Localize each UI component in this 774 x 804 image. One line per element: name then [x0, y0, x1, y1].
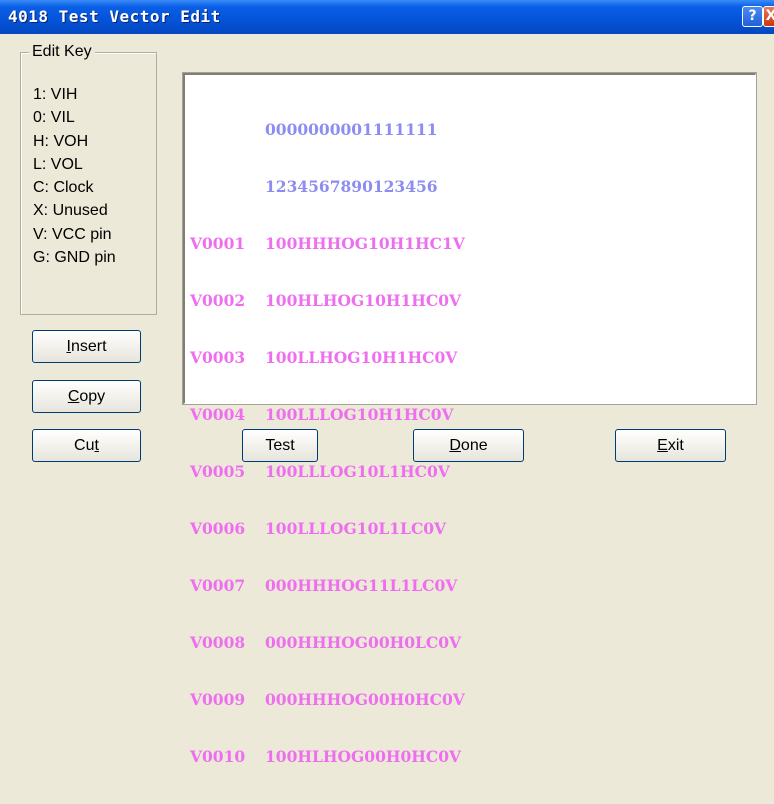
pin-header-row: 0000000001111111	[190, 120, 465, 139]
done-button[interactable]: Done	[413, 429, 524, 462]
vector-pattern: 000HHHOG00H0HC0V	[265, 690, 465, 709]
pin-header-tens: 0000000001111111	[265, 120, 438, 139]
pin-header-ones: 1234567890123456	[265, 177, 438, 196]
vector-row[interactable]: V0008 000HHHOG00H0LC0V	[190, 633, 465, 652]
edit-key-item: G: GND pin	[33, 249, 116, 267]
vector-id: V0003	[190, 348, 246, 367]
vector-row[interactable]: V0010 100HLHOG00H0HC0V	[190, 747, 465, 766]
vector-row[interactable]: V0001 100HHHOG10H1HC1V	[190, 234, 465, 253]
vector-row[interactable]: V0003 100LLHOG10H1HC0V	[190, 348, 465, 367]
vector-row[interactable]: V0009 000HHHOG00H0HC0V	[190, 690, 465, 709]
vector-id: V0010	[190, 747, 246, 766]
vector-editor[interactable]: 0000000001111111 1234567890123456 V0001 1…	[182, 72, 757, 766]
vector-row[interactable]: V0004 100LLLOG10H1HC0V	[190, 405, 465, 424]
vector-id: V0002	[190, 291, 246, 310]
exit-button[interactable]: Exit	[615, 429, 726, 462]
help-icon[interactable]: ?	[742, 6, 763, 27]
vector-pattern: 100LLLOG10L1LC0V	[265, 519, 447, 538]
vector-row[interactable]: V0002 100HLHOG10H1HC0V	[190, 291, 465, 310]
vector-pattern: 000HHHOG11L1LC0V	[265, 576, 458, 595]
vector-pattern: 100LLLOG10H1HC0V	[265, 405, 454, 424]
edit-key-legend: Edit Key	[29, 43, 95, 61]
vector-pattern: 100LLHOG10H1HC0V	[265, 348, 458, 367]
vector-pattern: 100HHHOG10H1HC1V	[265, 234, 465, 253]
vector-id: V0001	[190, 234, 246, 253]
vector-id: V0007	[190, 576, 246, 595]
vector-id: V0004	[190, 405, 246, 424]
vector-id: V0008	[190, 633, 246, 652]
vector-id: V0009	[190, 690, 246, 709]
test-button[interactable]: Test	[242, 429, 318, 462]
edit-key-item: 0: VIL	[33, 109, 75, 127]
vector-row[interactable]: V0007 000HHHOG11L1LC0V	[190, 576, 465, 595]
edit-key-item: C: Clock	[33, 179, 94, 197]
vector-pattern: 100HLHOG00H0HC0V	[265, 747, 462, 766]
edit-key-list: 1: VIH 0: VIL H: VOH L: VOL C: Clock X: …	[33, 83, 116, 269]
cut-button[interactable]: Cut	[32, 429, 141, 462]
edit-key-item: V: VCC pin	[33, 225, 112, 243]
close-icon[interactable]: X	[763, 6, 774, 27]
insert-button[interactable]: Insert	[32, 330, 141, 363]
edit-key-item: X: Unused	[33, 202, 108, 220]
vector-row[interactable]: V0006 100LLLOG10L1LC0V	[190, 519, 465, 538]
edit-key-item: 1: VIH	[33, 86, 78, 103]
vector-pattern: 000HHHOG00H0LC0V	[265, 633, 462, 652]
window-title: 4018 Test Vector Edit	[8, 7, 221, 26]
copy-button[interactable]: Copy	[32, 380, 141, 413]
edit-key-item: L: VOL	[33, 155, 83, 173]
pin-header-row: 1234567890123456	[190, 177, 465, 196]
vector-id: V0006	[190, 519, 246, 538]
vector-pattern: 100HLHOG10H1HC0V	[265, 291, 462, 310]
edit-key-item: H: VOH	[33, 132, 89, 150]
title-bar: 4018 Test Vector Edit ? X	[0, 0, 774, 34]
edit-key-group: Edit Key 1: VIH 0: VIL H: VOH L: VOL C: …	[20, 43, 157, 315]
